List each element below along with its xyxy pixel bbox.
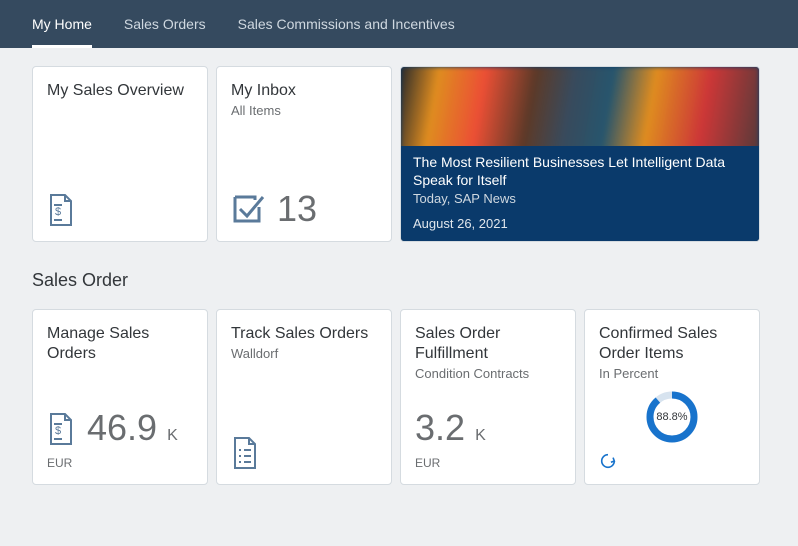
kpi-value: 3.2 K	[415, 410, 486, 446]
donut-percent-label: 88.8%	[644, 389, 700, 445]
tile-row-top: My Sales Overview $ My Inbox All Ite	[32, 66, 766, 242]
tile-my-inbox[interactable]: My Inbox All Items 13	[216, 66, 392, 242]
tile-subtitle: Condition Contracts	[415, 366, 561, 381]
kpi-currency: EUR	[415, 456, 561, 470]
kpi-number: 3.2	[415, 407, 465, 448]
inbox-count: 13	[277, 191, 317, 227]
tile-subtitle: In Percent	[599, 366, 745, 381]
news-headline: The Most Resilient Businesses Let Intell…	[413, 154, 747, 189]
tile-title: My Sales Overview	[47, 81, 193, 101]
news-body: The Most Resilient Businesses Let Intell…	[401, 146, 759, 241]
svg-text:$: $	[55, 206, 61, 218]
top-nav: My Home Sales Orders Sales Commissions a…	[0, 0, 798, 48]
kpi-unit: K	[167, 427, 178, 444]
list-document-icon	[231, 436, 259, 470]
tab-my-home[interactable]: My Home	[32, 0, 92, 48]
tile-subtitle: Walldorf	[231, 346, 377, 361]
tile-title: Track Sales Orders	[231, 324, 377, 344]
tile-title: My Inbox	[231, 81, 377, 101]
svg-text:$: $	[55, 425, 61, 437]
tile-my-sales-overview[interactable]: My Sales Overview $	[32, 66, 208, 242]
refresh-icon[interactable]	[599, 452, 617, 470]
tab-sales-commissions[interactable]: Sales Commissions and Incentives	[238, 0, 455, 48]
document-icon: $	[47, 193, 75, 227]
donut-chart: 88.8%	[644, 389, 700, 445]
tile-confirmed-sales-order-items[interactable]: Confirmed Sales Order Items In Percent 8…	[584, 309, 760, 485]
tile-row-sales-order: Manage Sales Orders $ 46.9	[32, 309, 766, 485]
tile-manage-sales-orders[interactable]: Manage Sales Orders $ 46.9	[32, 309, 208, 485]
kpi-unit: K	[475, 427, 486, 444]
news-source: Today, SAP News	[413, 191, 747, 206]
tile-title: Sales Order Fulfillment	[415, 324, 561, 364]
tile-sales-order-fulfillment[interactable]: Sales Order Fulfillment Condition Contra…	[400, 309, 576, 485]
tile-news[interactable]: The Most Resilient Businesses Let Intell…	[400, 66, 760, 242]
tile-subtitle: All Items	[231, 103, 377, 118]
tile-title: Manage Sales Orders	[47, 324, 193, 364]
news-date: August 26, 2021	[413, 216, 747, 231]
kpi-number: 46.9	[87, 407, 157, 448]
kpi-value: 46.9 K	[87, 410, 178, 446]
tile-track-sales-orders[interactable]: Track Sales Orders Walldorf	[216, 309, 392, 485]
checkbox-check-icon	[231, 193, 265, 227]
tile-title: Confirmed Sales Order Items	[599, 324, 745, 364]
section-header-sales-order: Sales Order	[32, 270, 766, 291]
tab-sales-orders[interactable]: Sales Orders	[124, 0, 206, 48]
document-icon: $	[47, 412, 75, 446]
kpi-currency: EUR	[47, 456, 193, 470]
